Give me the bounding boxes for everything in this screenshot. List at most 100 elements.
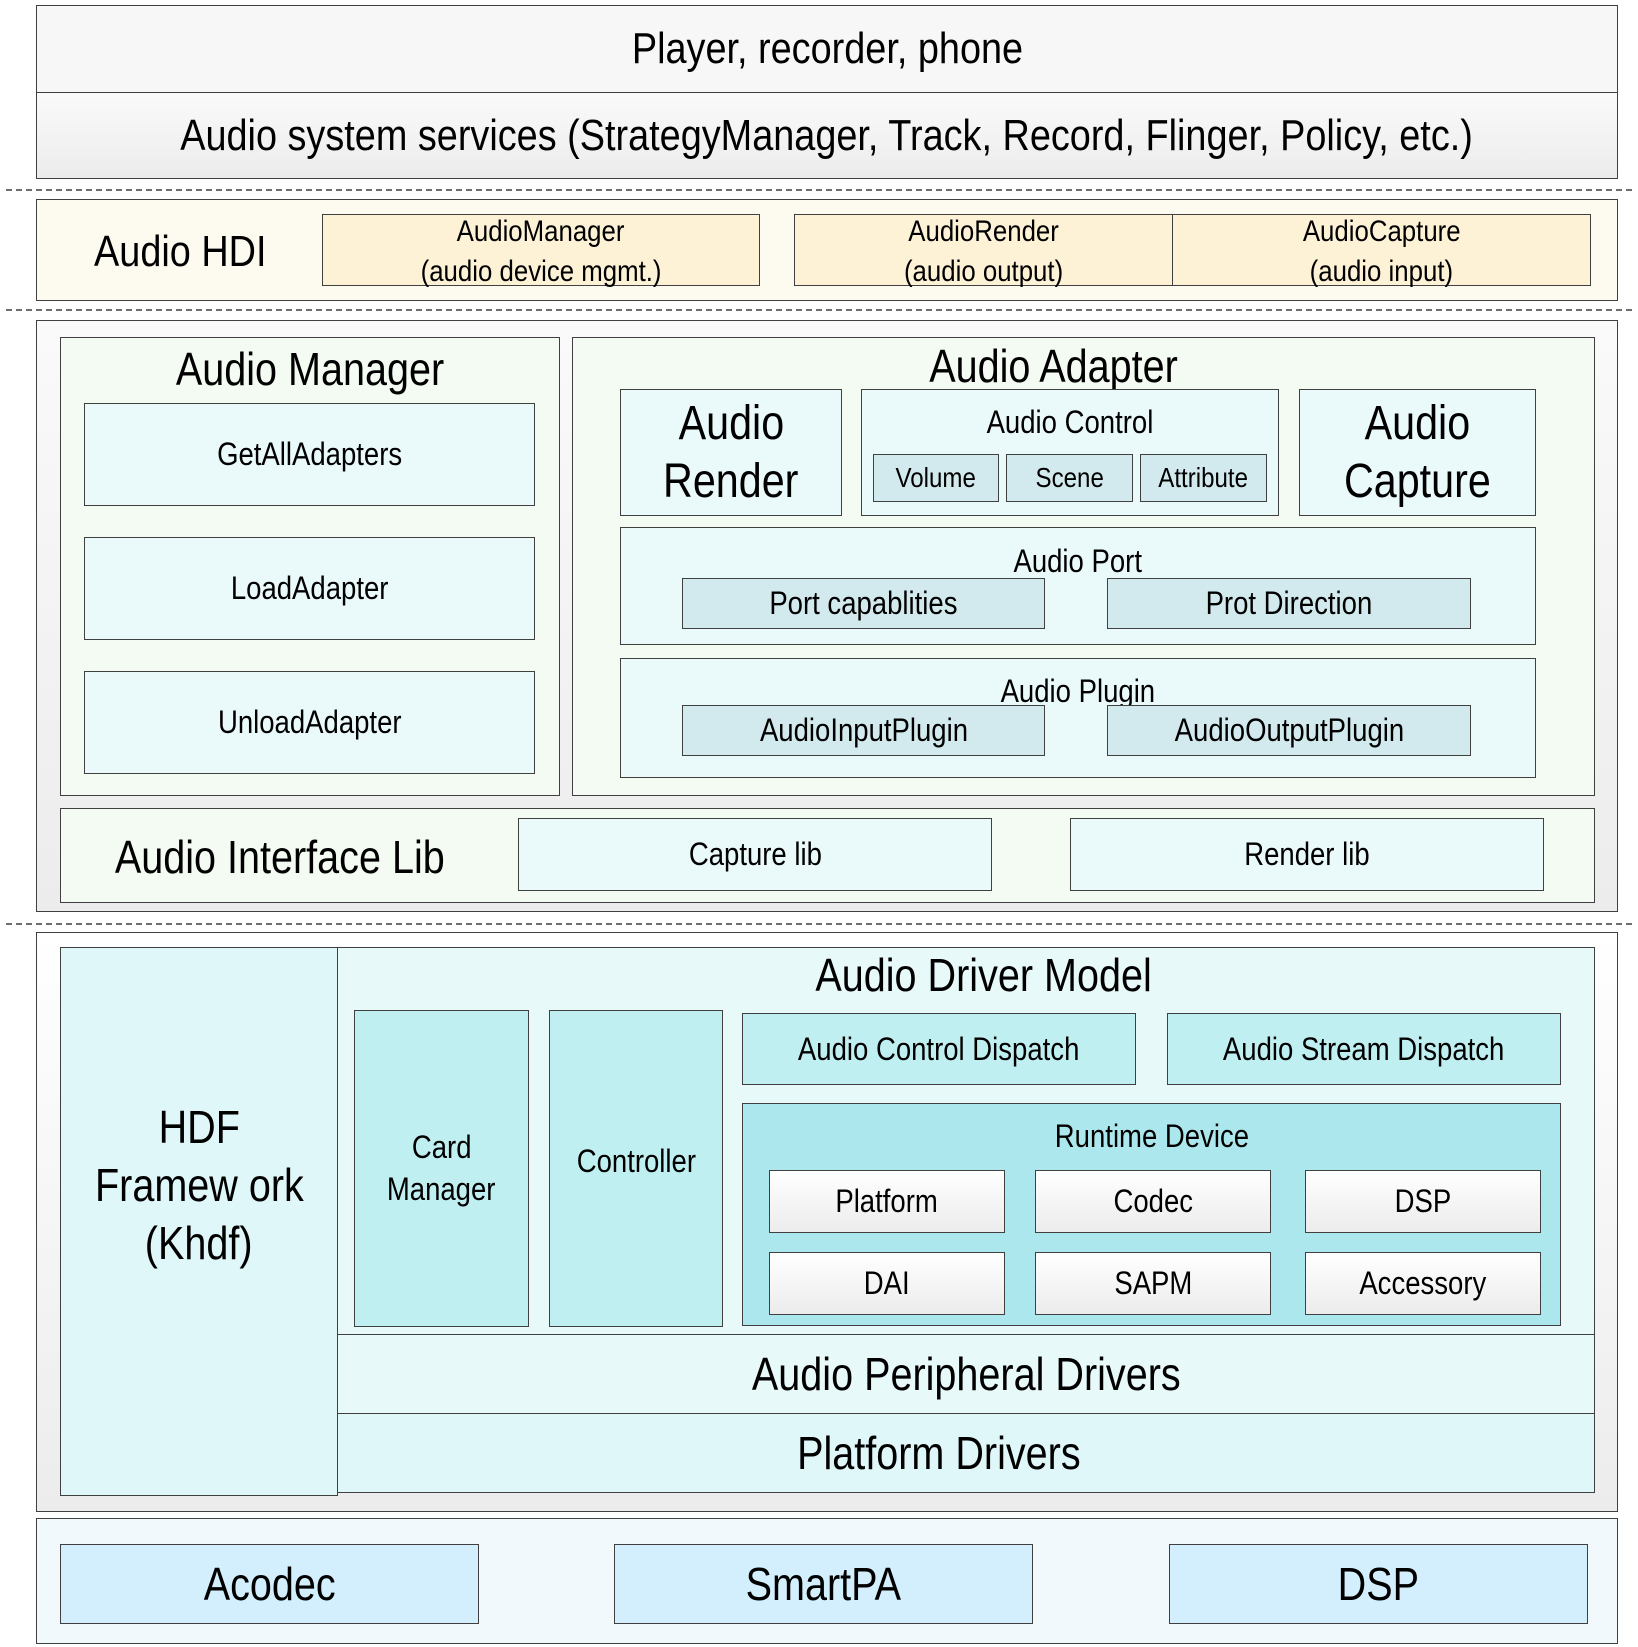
label: Port capablities bbox=[769, 585, 958, 621]
label: Audio Port bbox=[1013, 543, 1143, 579]
label: (Khdf) bbox=[145, 1217, 253, 1269]
runtime-codec[interactable]: Codec bbox=[1035, 1170, 1271, 1233]
label: (audio device mgmt.) bbox=[323, 257, 759, 287]
label: Audio Adapter bbox=[929, 340, 1178, 392]
label: Runtime Device bbox=[743, 1120, 1560, 1152]
apps-row: Player, recorder, phone bbox=[36, 5, 1618, 93]
label: Audio bbox=[1300, 400, 1535, 448]
label: Render lib bbox=[1244, 836, 1370, 872]
render-lib[interactable]: Render lib bbox=[1070, 818, 1544, 891]
label: Audio bbox=[678, 397, 784, 450]
label: DSP bbox=[1394, 1183, 1452, 1219]
label: AudioRender bbox=[908, 215, 1059, 248]
controller[interactable]: Controller bbox=[549, 1010, 723, 1327]
label: Runtime Device bbox=[1054, 1118, 1249, 1154]
label: HDF bbox=[158, 1101, 240, 1153]
label: AudioInputPlugin bbox=[759, 712, 968, 748]
label: AudioRender bbox=[795, 217, 1172, 247]
label: Audio Plugin bbox=[1000, 673, 1156, 709]
label: Codec bbox=[1113, 1183, 1193, 1219]
label: AudioManager bbox=[457, 215, 625, 248]
label: Render bbox=[621, 458, 841, 506]
label: Audio Plugin bbox=[621, 675, 1535, 707]
label: Audio HDI bbox=[93, 227, 267, 276]
hw-acodec[interactable]: Acodec bbox=[60, 1544, 479, 1624]
platform-drivers[interactable]: Platform Drivers bbox=[337, 1413, 1595, 1493]
label: Manager bbox=[387, 1171, 496, 1207]
hdi-audiomanager[interactable]: AudioManager (audio device mgmt.) bbox=[322, 214, 760, 287]
label: Attribute bbox=[1158, 462, 1249, 493]
port-direction[interactable]: Prot Direction bbox=[1107, 578, 1471, 629]
label: DSP bbox=[1337, 1558, 1420, 1610]
label: Card bbox=[355, 1131, 528, 1163]
label: (audio input) bbox=[1309, 255, 1454, 288]
get-all-adapters[interactable]: GetAllAdapters bbox=[84, 403, 535, 506]
label: (audio output) bbox=[903, 255, 1064, 288]
audio-manager-title: Audio Manager bbox=[60, 346, 560, 392]
layer-divider bbox=[6, 189, 1632, 191]
label: Audio Control bbox=[862, 406, 1278, 438]
layer-divider bbox=[6, 309, 1632, 311]
control-volume[interactable]: Volume bbox=[873, 454, 999, 502]
runtime-sapm[interactable]: SAPM bbox=[1035, 1252, 1271, 1315]
label: DAI bbox=[864, 1265, 910, 1301]
hw-smartpa[interactable]: SmartPA bbox=[614, 1544, 1033, 1624]
hw-dsp[interactable]: DSP bbox=[1169, 1544, 1588, 1624]
label: Capture lib bbox=[688, 836, 822, 872]
hdi-audiorender[interactable]: AudioRender (audio output) bbox=[794, 214, 1173, 287]
label: Manager bbox=[355, 1173, 528, 1205]
load-adapter[interactable]: LoadAdapter bbox=[84, 537, 535, 640]
label: GetAllAdapters bbox=[216, 436, 403, 472]
runtime-dai[interactable]: DAI bbox=[769, 1252, 1005, 1315]
control-scene[interactable]: Scene bbox=[1006, 454, 1133, 502]
audio-output-plugin[interactable]: AudioOutputPlugin bbox=[1107, 705, 1471, 756]
capture-lib[interactable]: Capture lib bbox=[518, 818, 992, 891]
label: Volume bbox=[895, 462, 977, 493]
hdf-framework[interactable]: HDF Framew ork (Khdf) bbox=[60, 947, 338, 1496]
card-manager[interactable]: Card Manager bbox=[354, 1010, 529, 1327]
audio-peripheral-drivers[interactable]: Audio Peripheral Drivers bbox=[337, 1334, 1595, 1414]
port-capabilities[interactable]: Port capablities bbox=[682, 578, 1045, 629]
label: Audio Control Dispatch bbox=[798, 1030, 1080, 1067]
audio-control-dispatch[interactable]: Audio Control Dispatch bbox=[742, 1013, 1136, 1085]
label: Accessory bbox=[1359, 1265, 1487, 1301]
label: Platform Drivers bbox=[796, 1427, 1081, 1479]
hdi-title: Audio HDI bbox=[60, 230, 300, 274]
audio-driver-model-title: Audio Driver Model bbox=[337, 952, 1595, 998]
label: Prot Direction bbox=[1205, 585, 1373, 621]
unload-adapter[interactable]: UnloadAdapter bbox=[84, 671, 535, 774]
label: Audio Peripheral Drivers bbox=[751, 1348, 1181, 1400]
audio-capture-box[interactable]: Audio Capture bbox=[1299, 389, 1536, 516]
audio-stream-dispatch[interactable]: Audio Stream Dispatch bbox=[1167, 1013, 1561, 1085]
label: Audio Control bbox=[986, 404, 1154, 440]
label: Audio bbox=[1364, 397, 1471, 450]
label: SmartPA bbox=[745, 1558, 902, 1610]
label: Audio Manager bbox=[175, 343, 445, 395]
label: Controller bbox=[576, 1143, 696, 1179]
label: Audio bbox=[621, 400, 841, 448]
label: Card bbox=[411, 1129, 472, 1165]
audio-interface-lib-title: Audio Interface Lib bbox=[70, 834, 490, 880]
label: Audio Stream Dispatch bbox=[1223, 1030, 1505, 1067]
label: LoadAdapter bbox=[230, 570, 389, 606]
label: AudioOutputPlugin bbox=[1174, 712, 1404, 748]
runtime-dsp[interactable]: DSP bbox=[1305, 1170, 1541, 1233]
label: Platform bbox=[835, 1183, 939, 1219]
label: Scene bbox=[1035, 462, 1104, 493]
hdi-audiocapture[interactable]: AudioCapture (audio input) bbox=[1172, 214, 1591, 287]
runtime-accessory[interactable]: Accessory bbox=[1305, 1252, 1541, 1315]
label: (audio output) bbox=[795, 257, 1172, 287]
label: SAPM bbox=[1114, 1265, 1192, 1301]
services-label: Audio system services (StrategyManager, … bbox=[180, 110, 1474, 160]
audio-render-box[interactable]: Audio Render bbox=[620, 389, 842, 516]
label: Capture bbox=[1344, 455, 1491, 508]
label: HDF bbox=[61, 1104, 337, 1150]
label: AudioCapture bbox=[1173, 217, 1590, 247]
label: UnloadAdapter bbox=[217, 704, 402, 740]
runtime-platform[interactable]: Platform bbox=[769, 1170, 1005, 1233]
label: (audio input) bbox=[1173, 257, 1590, 287]
label: Audio Driver Model bbox=[815, 949, 1152, 1001]
control-attribute[interactable]: Attribute bbox=[1140, 454, 1267, 502]
audio-input-plugin[interactable]: AudioInputPlugin bbox=[682, 705, 1045, 756]
label: AudioCapture bbox=[1302, 215, 1461, 248]
